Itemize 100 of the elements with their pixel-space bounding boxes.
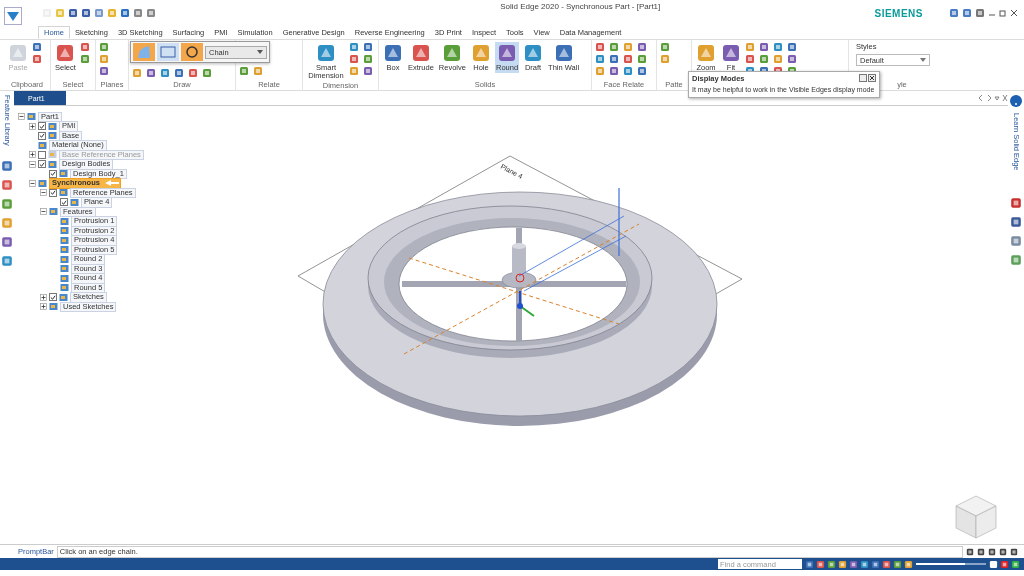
panel-icon[interactable] [1,235,13,248]
panel-icon[interactable] [1010,253,1022,266]
tool-icon[interactable] [99,42,109,52]
panel-icon[interactable] [1,197,13,210]
tool-icon[interactable] [349,54,359,64]
tool-icon[interactable] [363,66,373,76]
status-icon[interactable] [838,559,847,569]
tool-icon[interactable] [660,54,670,64]
panel-icon[interactable] [1,178,13,191]
toolbar-icon[interactable] [977,547,985,556]
application-button[interactable] [4,7,22,25]
toolbar-icon[interactable] [68,8,78,18]
tool-icon[interactable] [349,66,359,76]
status-icon[interactable] [1000,559,1009,569]
expand-toggle[interactable] [40,293,47,301]
tool-icon[interactable] [637,54,647,64]
status-icon[interactable] [882,559,891,569]
panel-icon[interactable] [1010,234,1022,247]
toolbar-icon[interactable] [949,8,959,18]
collapse-toggle[interactable] [29,160,36,168]
toolbar-icon[interactable] [962,8,972,18]
tool-icon[interactable] [637,42,647,52]
collapse-toggle[interactable] [40,189,47,197]
tool-icon[interactable] [609,42,619,52]
status-icon[interactable] [827,559,836,569]
collapse-toggle[interactable] [29,179,36,187]
tool-icon[interactable] [146,68,156,78]
toolbar-icon[interactable] [1010,547,1018,556]
tool-icon[interactable] [174,68,184,78]
tool-icon[interactable] [363,54,373,64]
tool-icon[interactable] [609,54,619,64]
status-icon[interactable] [871,559,880,569]
status-icon[interactable] [816,559,825,569]
toolbar-icon[interactable] [966,547,974,556]
tool-icon[interactable] [253,66,263,76]
tool-icon[interactable] [787,54,797,64]
tool-icon[interactable] [595,54,605,64]
status-icon[interactable] [849,559,858,569]
status-icon[interactable] [904,559,913,569]
panel-icon[interactable] [1,159,13,172]
close-icon[interactable] [1010,9,1018,17]
tool-icon[interactable] [745,42,755,52]
checkbox[interactable] [38,131,46,140]
tool-icon[interactable] [595,42,605,52]
checkbox[interactable] [49,188,57,197]
toolbar-icon[interactable] [999,547,1007,556]
tool-icon[interactable] [132,68,142,78]
tool-icon[interactable] [759,54,769,64]
tool-icon[interactable] [623,66,633,76]
tool-icon[interactable] [773,54,783,64]
tool-icon[interactable] [660,42,670,52]
panel-icon[interactable] [1010,215,1022,228]
tab-nav-icon[interactable] [978,94,1008,102]
checkbox[interactable] [60,198,68,207]
tool-icon[interactable] [160,68,170,78]
tool-icon[interactable] [202,68,212,78]
checkbox[interactable] [49,169,57,178]
toolbar-icon[interactable] [81,8,91,18]
close-icon[interactable] [868,74,876,82]
tool-icon[interactable] [595,66,605,76]
help-icon[interactable] [859,74,867,82]
tool-icon[interactable] [637,66,647,76]
tool-icon[interactable] [349,42,359,52]
expand-toggle[interactable] [29,122,36,130]
help-icon[interactable] [975,8,985,18]
tool-icon[interactable] [773,42,783,52]
tool-icon[interactable] [239,66,249,76]
checkbox[interactable] [38,160,46,169]
toolbar-icon[interactable] [988,547,996,556]
tool-icon[interactable] [363,42,373,52]
expand-toggle[interactable] [40,303,47,311]
tool-icon[interactable] [79,42,90,52]
tool-icon[interactable] [609,66,619,76]
tool-icon[interactable] [79,54,90,64]
chain-icon[interactable] [181,43,203,61]
tool-icon[interactable] [759,42,769,52]
tool-icon[interactable] [32,54,42,64]
collapse-toggle[interactable] [40,208,47,216]
tool-icon[interactable] [623,42,633,52]
collapse-toggle[interactable] [18,113,25,121]
restore-icon[interactable] [999,9,1007,17]
tool-icon[interactable] [99,54,109,64]
panel-icon[interactable] [1,254,13,267]
status-icon[interactable] [893,559,902,569]
tool-icon[interactable] [188,68,198,78]
help-icon[interactable] [1010,95,1022,107]
status-icon[interactable] [989,559,998,569]
tool-icon[interactable] [623,54,633,64]
tool-icon[interactable] [787,42,797,52]
panel-icon[interactable] [1010,196,1022,209]
tool-icon[interactable] [745,54,755,64]
status-icon[interactable] [1011,559,1020,569]
caret-icon [920,58,926,62]
toolbar-icon[interactable] [120,8,130,18]
tool-icon[interactable] [32,42,42,52]
checkbox[interactable] [38,122,46,131]
tool-icon[interactable] [99,66,109,76]
checkbox[interactable] [49,293,57,302]
status-icon[interactable] [860,559,869,569]
status-icon[interactable] [805,559,814,569]
